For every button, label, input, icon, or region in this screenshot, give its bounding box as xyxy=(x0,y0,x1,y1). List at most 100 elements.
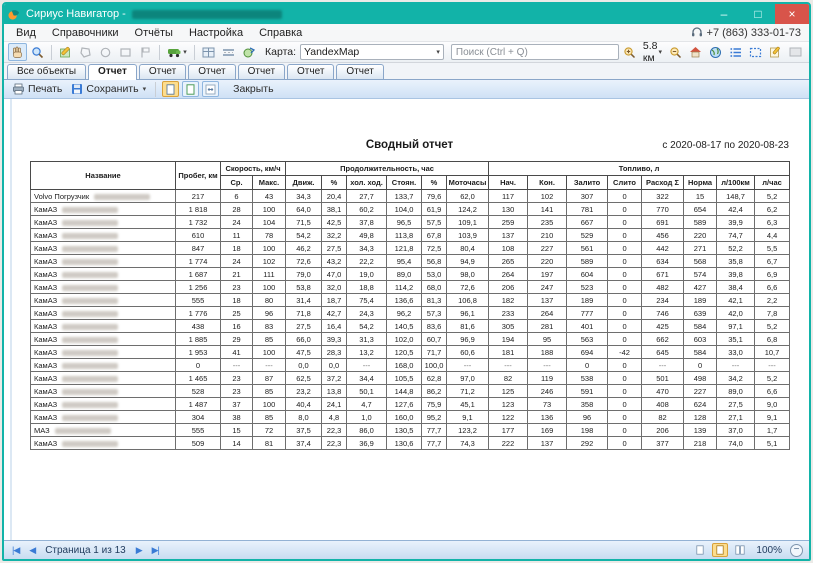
cell: 130,5 xyxy=(387,424,422,437)
print-button[interactable]: Печать xyxy=(9,83,65,95)
cell: 122 xyxy=(489,411,528,424)
status-bar: |◀ ◀ Страница 1 из 13 ▶ ▶| xyxy=(4,540,809,559)
column-header: Движ. xyxy=(286,176,322,190)
cell: 96 xyxy=(567,411,608,424)
table-row: КамАЗ1 776259671,842,724,396,257,396,123… xyxy=(31,307,790,320)
road-icon xyxy=(222,47,235,58)
table-row: КамАЗ1 2562310053,832,018,8114,268,072,6… xyxy=(31,281,790,294)
table-row: КамАЗ555188031,418,775,4136,681,3106,818… xyxy=(31,294,790,307)
cell: --- xyxy=(528,359,567,372)
table-row: КамАЗ8471810046,227,534,3121,872,580,410… xyxy=(31,242,790,255)
tab-3-отчет[interactable]: Отчет xyxy=(188,64,235,79)
layout-fit-button[interactable] xyxy=(712,543,728,557)
cell: 137 xyxy=(489,229,528,242)
route-tool-button[interactable] xyxy=(136,43,155,61)
redacted-plate xyxy=(62,259,118,265)
cell: 113,8 xyxy=(387,229,422,242)
panel-splitter[interactable] xyxy=(10,99,12,540)
vehicle-name: КамАЗ xyxy=(31,346,176,359)
track-button[interactable] xyxy=(239,43,258,61)
next-page-button[interactable]: ▶ xyxy=(134,545,144,556)
tab-5-отчет[interactable]: Отчет xyxy=(287,64,334,79)
cell: 104,0 xyxy=(387,203,422,216)
edit-map-button[interactable] xyxy=(56,43,75,61)
column-header: % xyxy=(422,176,447,190)
two-page-view-button[interactable] xyxy=(182,81,199,97)
cell: 78 xyxy=(253,229,286,242)
cell: 32,2 xyxy=(322,229,347,242)
polygon-tool-button[interactable] xyxy=(76,43,95,61)
single-page-view-button[interactable] xyxy=(162,81,179,97)
cell: 72,6 xyxy=(286,255,322,268)
menu-item-справка[interactable]: Справка xyxy=(251,26,310,40)
cell: 247 xyxy=(528,281,567,294)
vehicle-name: КамАЗ xyxy=(31,359,176,372)
cell: 72 xyxy=(253,424,286,437)
vehicle-menu-button[interactable]: ▾ xyxy=(164,43,190,61)
layout-multi-button[interactable] xyxy=(732,543,748,557)
tab-1-отчет[interactable]: Отчет xyxy=(88,64,137,80)
tab-6-отчет[interactable]: Отчет xyxy=(336,64,383,79)
hand-tool-button[interactable] xyxy=(8,43,27,61)
save-button[interactable]: Сохранить ▾ xyxy=(68,83,149,95)
report-header: Сводный отчет с 2020-08-17 по 2020-08-23 xyxy=(30,139,789,153)
cell: 694 xyxy=(567,346,608,359)
selection-frame-button[interactable] xyxy=(746,43,765,61)
scale-select[interactable]: 5.8 км ▾ xyxy=(640,40,665,64)
cell: 1 732 xyxy=(176,216,221,229)
headset-icon xyxy=(691,27,703,38)
tab-4-отчет[interactable]: Отчет xyxy=(238,64,285,79)
close-button[interactable]: × xyxy=(775,4,809,24)
menu-item-вид[interactable]: Вид xyxy=(8,26,44,40)
layout-normal-button[interactable] xyxy=(692,543,708,557)
close-report-button[interactable]: Закрыть xyxy=(230,83,276,95)
fit-page-view-button[interactable] xyxy=(202,81,219,97)
menu-bar-items: ВидСправочникиОтчётыНастройкаСправка xyxy=(8,26,310,40)
first-page-button[interactable]: |◀ xyxy=(10,545,21,556)
globe-icon xyxy=(709,46,722,59)
map-select[interactable]: YandexMap ▾ xyxy=(300,44,444,60)
vehicle-name: МАЗ xyxy=(31,424,176,437)
object-list-button[interactable] xyxy=(726,43,745,61)
cell: -42 xyxy=(608,346,642,359)
road-view-button[interactable] xyxy=(219,43,238,61)
tab-2-отчет[interactable]: Отчет xyxy=(139,64,186,79)
maximize-button[interactable]: □ xyxy=(741,4,775,24)
grid-view-button[interactable] xyxy=(199,43,218,61)
table-row: КамАЗ528238523,213,850,1144,886,271,2125… xyxy=(31,385,790,398)
search-input[interactable] xyxy=(451,44,619,60)
tab-0-все-объекты[interactable]: Все объекты xyxy=(7,64,86,79)
report-view: Сводный отчет с 2020-08-17 по 2020-08-23… xyxy=(4,99,809,540)
cell: 182 xyxy=(489,294,528,307)
zoom-out-slider-button[interactable]: − xyxy=(790,544,803,557)
zoom-in-button[interactable] xyxy=(620,43,639,61)
cell: 259 xyxy=(489,216,528,229)
cell: 555 xyxy=(176,294,221,307)
vehicle-name: КамАЗ xyxy=(31,216,176,229)
map-globe-button[interactable] xyxy=(706,43,725,61)
rect-tool-button[interactable] xyxy=(116,43,135,61)
cell: 18,7 xyxy=(322,294,347,307)
prev-page-button[interactable]: ◀ xyxy=(27,545,37,556)
cell: 100 xyxy=(253,281,286,294)
cell: 46,2 xyxy=(286,242,322,255)
photo-button[interactable] xyxy=(786,43,805,61)
menu-item-справочники[interactable]: Справочники xyxy=(44,26,127,40)
home-icon xyxy=(689,46,702,58)
cell: 18 xyxy=(221,294,253,307)
column-header: л/час xyxy=(755,176,790,190)
menu-item-настройка[interactable]: Настройка xyxy=(181,26,251,40)
minimize-button[interactable]: – xyxy=(707,4,741,24)
zoom-out-button[interactable] xyxy=(666,43,685,61)
cell: 102 xyxy=(528,190,567,203)
circle-tool-button[interactable] xyxy=(96,43,115,61)
last-page-button[interactable]: ▶| xyxy=(150,545,161,556)
cell: 691 xyxy=(642,216,684,229)
page-indicator: Страница 1 из 13 xyxy=(43,545,128,556)
cell: --- xyxy=(253,359,286,372)
zoom-tool-button[interactable] xyxy=(28,43,47,61)
menu-item-отчёты[interactable]: Отчёты xyxy=(127,26,181,40)
notes-button[interactable] xyxy=(766,43,785,61)
cell: 563 xyxy=(567,333,608,346)
home-button[interactable] xyxy=(686,43,705,61)
